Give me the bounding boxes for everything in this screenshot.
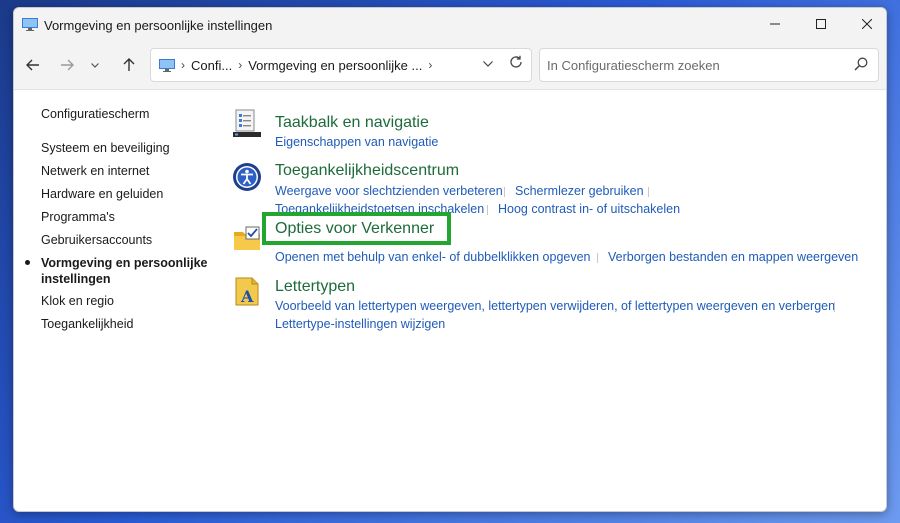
sidebar-item-system-security[interactable]: Systeem en beveiliging	[41, 140, 170, 156]
link-show-hidden-files[interactable]: Verborgen bestanden en mappen weergeven	[608, 250, 858, 265]
sidebar-item-hardware[interactable]: Hardware en geluiden	[41, 186, 163, 202]
breadcrumb-item[interactable]: Vormgeving en persoonlijke ...	[248, 58, 422, 73]
close-icon	[862, 19, 872, 29]
control-panel-window: Vormgeving en persoonlijke instellingen	[13, 7, 887, 512]
link-improve-visual-display[interactable]: Weergave voor slechtzienden verbeteren	[275, 184, 503, 199]
link-separator	[648, 187, 649, 197]
address-bar[interactable]: › Confi... › Vormgeving en persoonlijke …	[150, 48, 532, 82]
navigation-bar: › Confi... › Vormgeving en persoonlijke …	[14, 42, 886, 90]
sidebar-item-user-accounts[interactable]: Gebruikersaccounts	[41, 232, 152, 248]
arrow-up-icon	[123, 58, 135, 71]
highlight-box: Opties voor Verkenner	[262, 212, 451, 245]
link-use-screen-reader[interactable]: Schermlezer gebruiken	[515, 184, 644, 199]
breadcrumb-chevron-icon[interactable]: ›	[238, 58, 242, 72]
sidebar-item-accessibility[interactable]: Toegankelijkheid	[41, 316, 133, 332]
sidebar-item-appearance-line2[interactable]: instellingen	[41, 271, 110, 287]
minimize-button[interactable]	[752, 8, 798, 40]
back-button[interactable]	[20, 52, 46, 78]
close-button[interactable]	[844, 8, 886, 40]
maximize-button[interactable]	[798, 8, 844, 40]
svg-text:A: A	[240, 287, 254, 306]
breadcrumb-item[interactable]: Confi...	[191, 58, 232, 73]
link-separator	[834, 302, 835, 312]
window-title: Vormgeving en persoonlijke instellingen	[44, 18, 273, 33]
chevron-down-icon	[483, 61, 493, 67]
link-separator	[487, 205, 488, 215]
sidebar-item-control-panel[interactable]: Configuratiescherm	[41, 106, 149, 122]
recent-locations-button[interactable]	[86, 52, 104, 78]
taskbar-icon	[233, 109, 261, 137]
sidebar-item-clock-region[interactable]: Klok en regio	[41, 293, 114, 309]
sidebar-item-network[interactable]: Netwerk en internet	[41, 163, 149, 179]
arrow-left-icon	[26, 59, 39, 71]
minimize-icon	[770, 23, 780, 25]
chevron-down-icon	[91, 62, 99, 68]
fonts-icon: A	[235, 277, 259, 306]
title-bar: Vormgeving en persoonlijke instellingen	[14, 8, 886, 42]
search-icon[interactable]	[854, 57, 868, 71]
folder-options-icon	[234, 226, 260, 250]
arrow-right-icon	[61, 59, 74, 71]
sidebar-item-programs[interactable]: Programma's	[41, 209, 115, 225]
breadcrumb-chevron-icon[interactable]: ›	[428, 58, 432, 72]
breadcrumb-chevron-icon[interactable]: ›	[181, 58, 185, 72]
link-navigation-properties[interactable]: Eigenschappen van navigatie	[275, 135, 438, 150]
up-button[interactable]	[116, 52, 142, 78]
category-title-taskbar[interactable]: Taakbalk en navigatie	[275, 114, 429, 132]
control-panel-icon	[159, 58, 175, 72]
category-title-accessibility[interactable]: Toegankelijkheidscentrum	[275, 162, 459, 180]
link-preview-fonts[interactable]: Voorbeeld van lettertypen weergeven, let…	[275, 299, 835, 314]
control-panel-icon	[22, 18, 38, 31]
link-high-contrast[interactable]: Hoog contrast in- of uitschakelen	[498, 202, 680, 217]
sidebar-item-appearance[interactable]: Vormgeving en persoonlijke	[41, 255, 207, 271]
active-bullet-icon	[25, 260, 30, 265]
refresh-icon	[510, 55, 522, 68]
maximize-icon	[816, 19, 826, 29]
link-separator	[597, 253, 598, 263]
search-input[interactable]: In Configuratiescherm zoeken	[547, 58, 720, 73]
address-dropdown-button[interactable]	[483, 58, 493, 70]
search-box[interactable]: In Configuratiescherm zoeken	[539, 48, 879, 82]
forward-button[interactable]	[54, 52, 80, 78]
refresh-button[interactable]	[509, 55, 523, 73]
category-title-fonts[interactable]: Lettertypen	[275, 278, 355, 296]
accessibility-icon	[233, 163, 261, 191]
link-separator	[504, 187, 505, 197]
category-title-explorer-options[interactable]: Opties voor Verkenner	[275, 220, 434, 238]
link-single-double-click[interactable]: Openen met behulp van enkel- of dubbelkl…	[275, 250, 591, 265]
link-change-font-settings[interactable]: Lettertype-instellingen wijzigen	[275, 317, 445, 332]
